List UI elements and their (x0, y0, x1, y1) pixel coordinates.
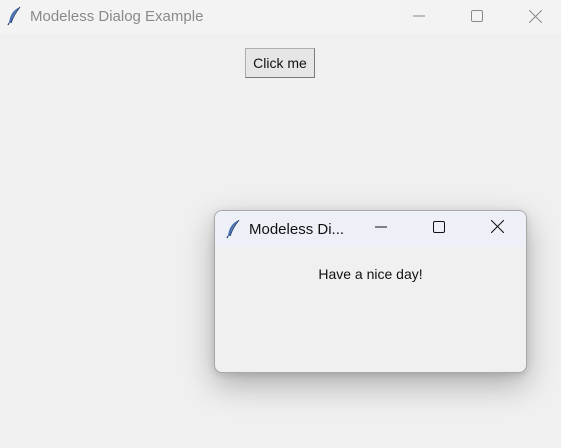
main-titlebar[interactable]: Modeless Dialog Example (0, 0, 561, 34)
close-button[interactable] (506, 0, 561, 32)
dialog-titlebar[interactable]: Modeless Di... (215, 211, 526, 247)
minimize-icon (413, 10, 425, 22)
feather-icon (7, 6, 23, 26)
dialog-close-button[interactable] (468, 211, 526, 247)
dialog-message: Have a nice day! (318, 266, 423, 282)
dialog-maximize-button[interactable] (410, 211, 468, 247)
minimize-button[interactable] (390, 0, 448, 32)
window-title: Modeless Dialog Example (30, 8, 204, 25)
close-icon (490, 219, 504, 238)
maximize-icon (471, 10, 483, 22)
modeless-dialog: Modeless Di... Have a nice day! (214, 210, 527, 373)
dialog-minimize-button[interactable] (352, 211, 410, 247)
dialog-title: Modeless Di... (249, 221, 345, 238)
maximize-icon (433, 220, 445, 238)
maximize-button[interactable] (448, 0, 506, 32)
close-icon (528, 9, 542, 23)
minimize-icon (375, 220, 387, 238)
feather-icon (226, 219, 242, 239)
click-me-button[interactable]: Click me (245, 48, 315, 78)
